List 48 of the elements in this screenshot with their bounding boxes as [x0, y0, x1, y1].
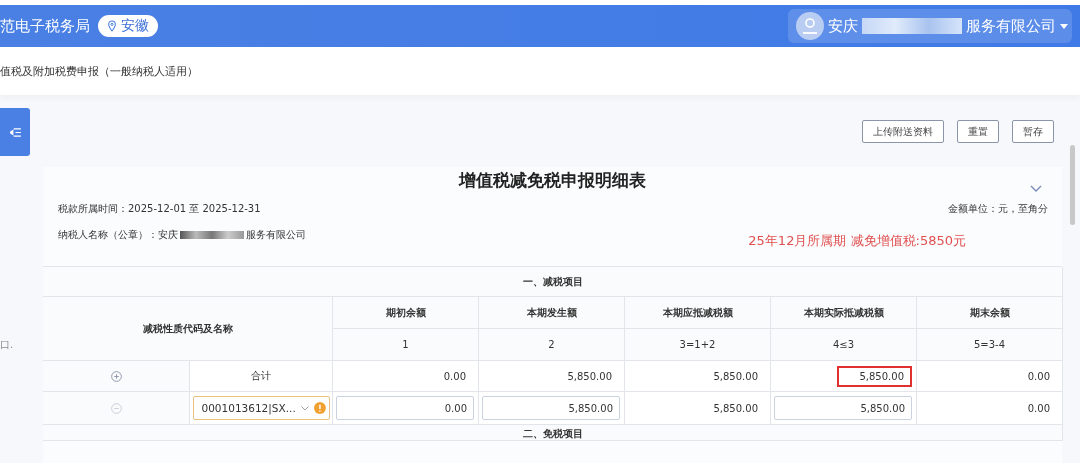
column-formula: 4≤3 — [771, 329, 917, 361]
amount-input[interactable]: 5,850.00 — [482, 396, 620, 420]
remove-row-icon[interactable] — [110, 402, 122, 414]
amount-input[interactable]: 5,850.00 — [774, 396, 912, 420]
toolbar-button[interactable]: 重置 — [957, 120, 999, 143]
chevron-down-icon — [300, 405, 309, 411]
column-header: 期初余额 — [333, 297, 479, 329]
column-header: 本期发生额 — [479, 297, 625, 329]
amount-input[interactable]: 0.00 — [336, 396, 474, 420]
table-cell-text: 0.00 — [1026, 401, 1051, 416]
amount-unit: 金额单位：元，至角分 — [948, 202, 1048, 216]
column-formula: 2 — [479, 329, 625, 361]
menu-toggle-button[interactable] — [0, 108, 30, 156]
section-heading: 一、减税项目 — [43, 267, 1063, 297]
column-formula: 3=1+2 — [625, 329, 771, 361]
table-cell-text: 5,850.00 — [712, 401, 759, 416]
breadcrumb: 值税及附加税费申报（一般纳税人适用） — [0, 63, 198, 79]
table-cell-text: 5,850.00 — [566, 369, 613, 384]
annotation-note: 25年12月所属期 减免增值税:5850元 — [748, 232, 966, 250]
table-cell: 5,850.00 — [837, 365, 912, 387]
table-cell-text: 5,850.00 — [712, 369, 759, 384]
redacted-block — [180, 231, 244, 239]
column-formula: 5=3-4 — [917, 329, 1063, 361]
add-row-icon[interactable] — [110, 370, 122, 382]
taxpayer-name-end: 服务有限公司 — [246, 228, 306, 242]
table-cell-text: 0.00 — [442, 369, 467, 384]
region-selector[interactable]: 安徽 — [98, 15, 158, 37]
code-select[interactable]: 0001013612|SX... — [192, 396, 330, 420]
toolbar-button[interactable]: 上传附送资料 — [862, 120, 944, 143]
column-header: 减税性质代码及名称 — [43, 297, 333, 361]
chevron-down-icon[interactable] — [1030, 185, 1042, 192]
caret-icon — [1060, 23, 1068, 29]
table-cell-text: 0.00 — [1026, 369, 1051, 384]
section-heading: 二、免税项目 — [43, 425, 1063, 441]
toolbar-button[interactable]: 暂存 — [1012, 120, 1054, 143]
column-header: 期末余额 — [917, 297, 1063, 329]
side-note: 口. — [0, 338, 15, 352]
column-header: 本期应抵减税额 — [625, 297, 771, 329]
site-title: 范电子税务局 — [0, 16, 90, 36]
avatar-icon — [796, 12, 824, 40]
location-pin-icon — [107, 20, 117, 32]
tax-period: 税款所属时间：2025-12-01 至 2025-12-31 — [58, 202, 261, 216]
table-cell: 合计 — [251, 369, 271, 383]
taxpayer-name-label: 纳税人名称（公章）：安庆 — [58, 228, 178, 242]
column-formula: 1 — [333, 329, 479, 361]
column-header: 本期实际抵减税额 — [771, 297, 917, 329]
form-title: 增值税减免税申报明细表 — [459, 169, 646, 192]
menu-icon — [9, 127, 21, 137]
